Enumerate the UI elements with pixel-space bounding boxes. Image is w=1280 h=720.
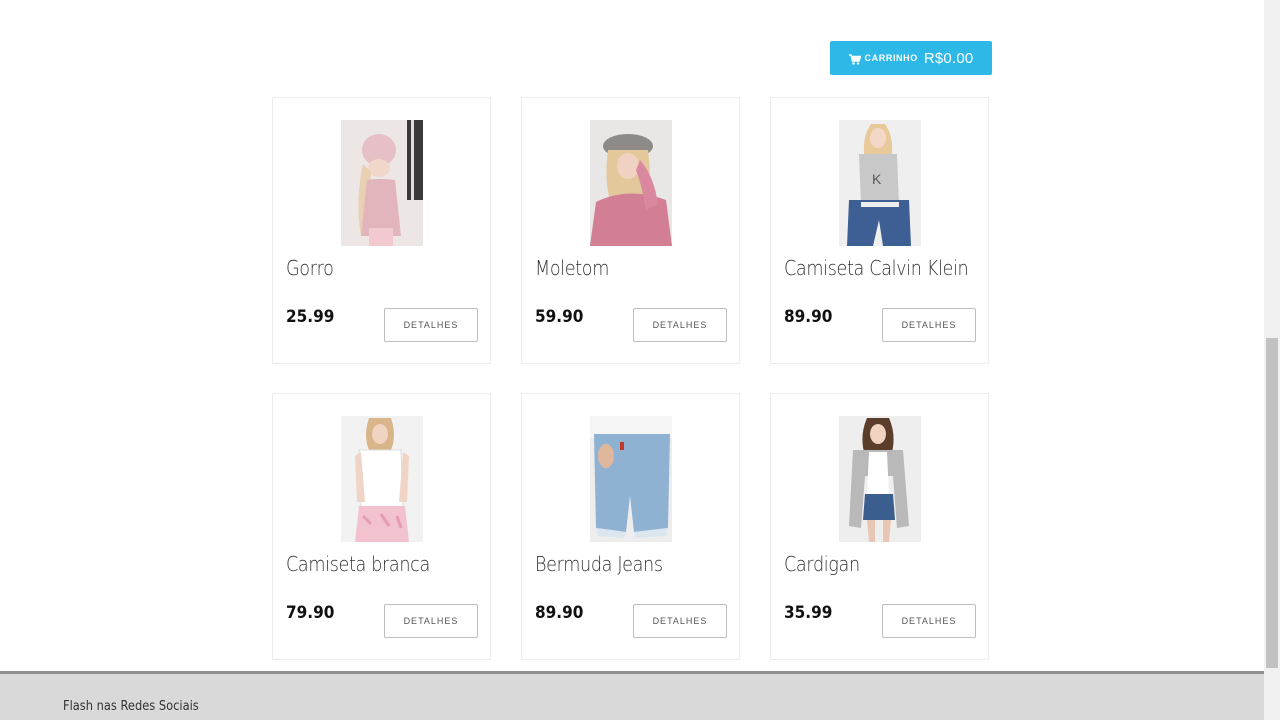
product-price: 89.90 xyxy=(784,307,833,327)
product-name: Moletom xyxy=(535,256,610,280)
product-card[interactable]: Camiseta branca 79.90 DETALHES xyxy=(272,393,491,660)
product-price: 59.90 xyxy=(535,307,584,327)
page-viewport: CARRINHO R$0.00 Gorro 25.99 DETALHES Mol… xyxy=(0,0,1264,720)
product-card[interactable]: Bermuda Jeans 89.90 DETALHES xyxy=(521,393,740,660)
product-image[interactable] xyxy=(341,120,423,246)
product-price: 25.99 xyxy=(286,307,335,327)
product-name: Camiseta Calvin Klein xyxy=(784,256,969,280)
product-name: Gorro xyxy=(286,256,334,280)
product-card[interactable]: Gorro 25.99 DETALHES xyxy=(272,97,491,364)
product-image[interactable] xyxy=(590,416,672,542)
product-name: Cardigan xyxy=(784,552,860,576)
svg-text:K: K xyxy=(872,171,882,187)
cart-button[interactable]: CARRINHO R$0.00 xyxy=(830,41,992,75)
product-price: 35.99 xyxy=(784,603,833,623)
product-image[interactable] xyxy=(839,416,921,542)
cart-icon xyxy=(848,53,862,65)
product-image[interactable]: K xyxy=(839,120,921,246)
footer-social-text: Flash nas Redes Sociais xyxy=(63,699,199,714)
product-name: Camiseta branca xyxy=(286,552,430,576)
product-image[interactable] xyxy=(341,416,423,542)
product-image[interactable] xyxy=(590,120,672,246)
footer: Flash nas Redes Sociais xyxy=(0,671,1264,720)
details-button[interactable]: DETALHES xyxy=(882,308,976,342)
product-card[interactable]: Moletom 59.90 DETALHES xyxy=(521,97,740,364)
scrollbar-thumb[interactable] xyxy=(1266,338,1278,668)
details-button[interactable]: DETALHES xyxy=(384,308,478,342)
cart-label: CARRINHO xyxy=(864,53,918,63)
details-button[interactable]: DETALHES xyxy=(633,308,727,342)
product-price: 89.90 xyxy=(535,603,584,623)
product-card[interactable]: K Camiseta Calvin Klein 89.90 DETALHES xyxy=(770,97,989,364)
details-button[interactable]: DETALHES xyxy=(384,604,478,638)
details-button[interactable]: DETALHES xyxy=(633,604,727,638)
product-name: Bermuda Jeans xyxy=(535,552,663,576)
cart-amount: R$0.00 xyxy=(923,49,974,67)
product-card[interactable]: Cardigan 35.99 DETALHES xyxy=(770,393,989,660)
vertical-scrollbar[interactable] xyxy=(1264,0,1280,720)
details-button[interactable]: DETALHES xyxy=(882,604,976,638)
product-price: 79.90 xyxy=(286,603,335,623)
